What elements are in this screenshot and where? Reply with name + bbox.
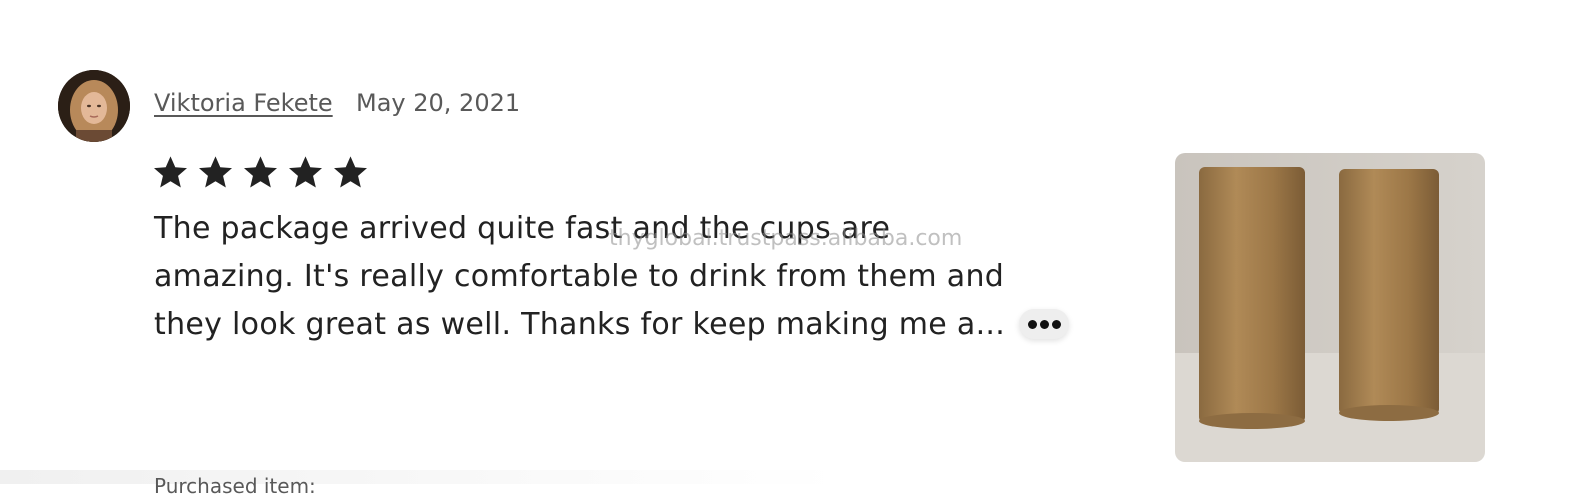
star-icon [244, 156, 277, 188]
divider-shadow [0, 470, 840, 484]
review-text: The package arrived quite fast and the c… [154, 205, 1014, 349]
ellipsis-icon [1027, 319, 1061, 329]
star-icon [334, 156, 367, 188]
reviewer-avatar[interactable] [58, 70, 130, 142]
review-text-line: they look great as well. Thanks for keep… [154, 307, 1006, 342]
review-text-line: amazing. It's really comfortable to drin… [154, 259, 1005, 294]
star-rating [152, 154, 369, 191]
review-text-line: The package arrived quite fast and the c… [154, 211, 891, 246]
star-icon [289, 156, 322, 188]
star-icon [154, 156, 187, 188]
expand-review-button[interactable] [1019, 309, 1069, 339]
review-photo[interactable] [1175, 153, 1485, 462]
reviewer-name-link[interactable]: Viktoria Fekete [154, 89, 333, 117]
purchased-item-label: Purchased item: [154, 474, 316, 498]
review-date: May 20, 2021 [356, 89, 521, 117]
star-icon [199, 156, 232, 188]
